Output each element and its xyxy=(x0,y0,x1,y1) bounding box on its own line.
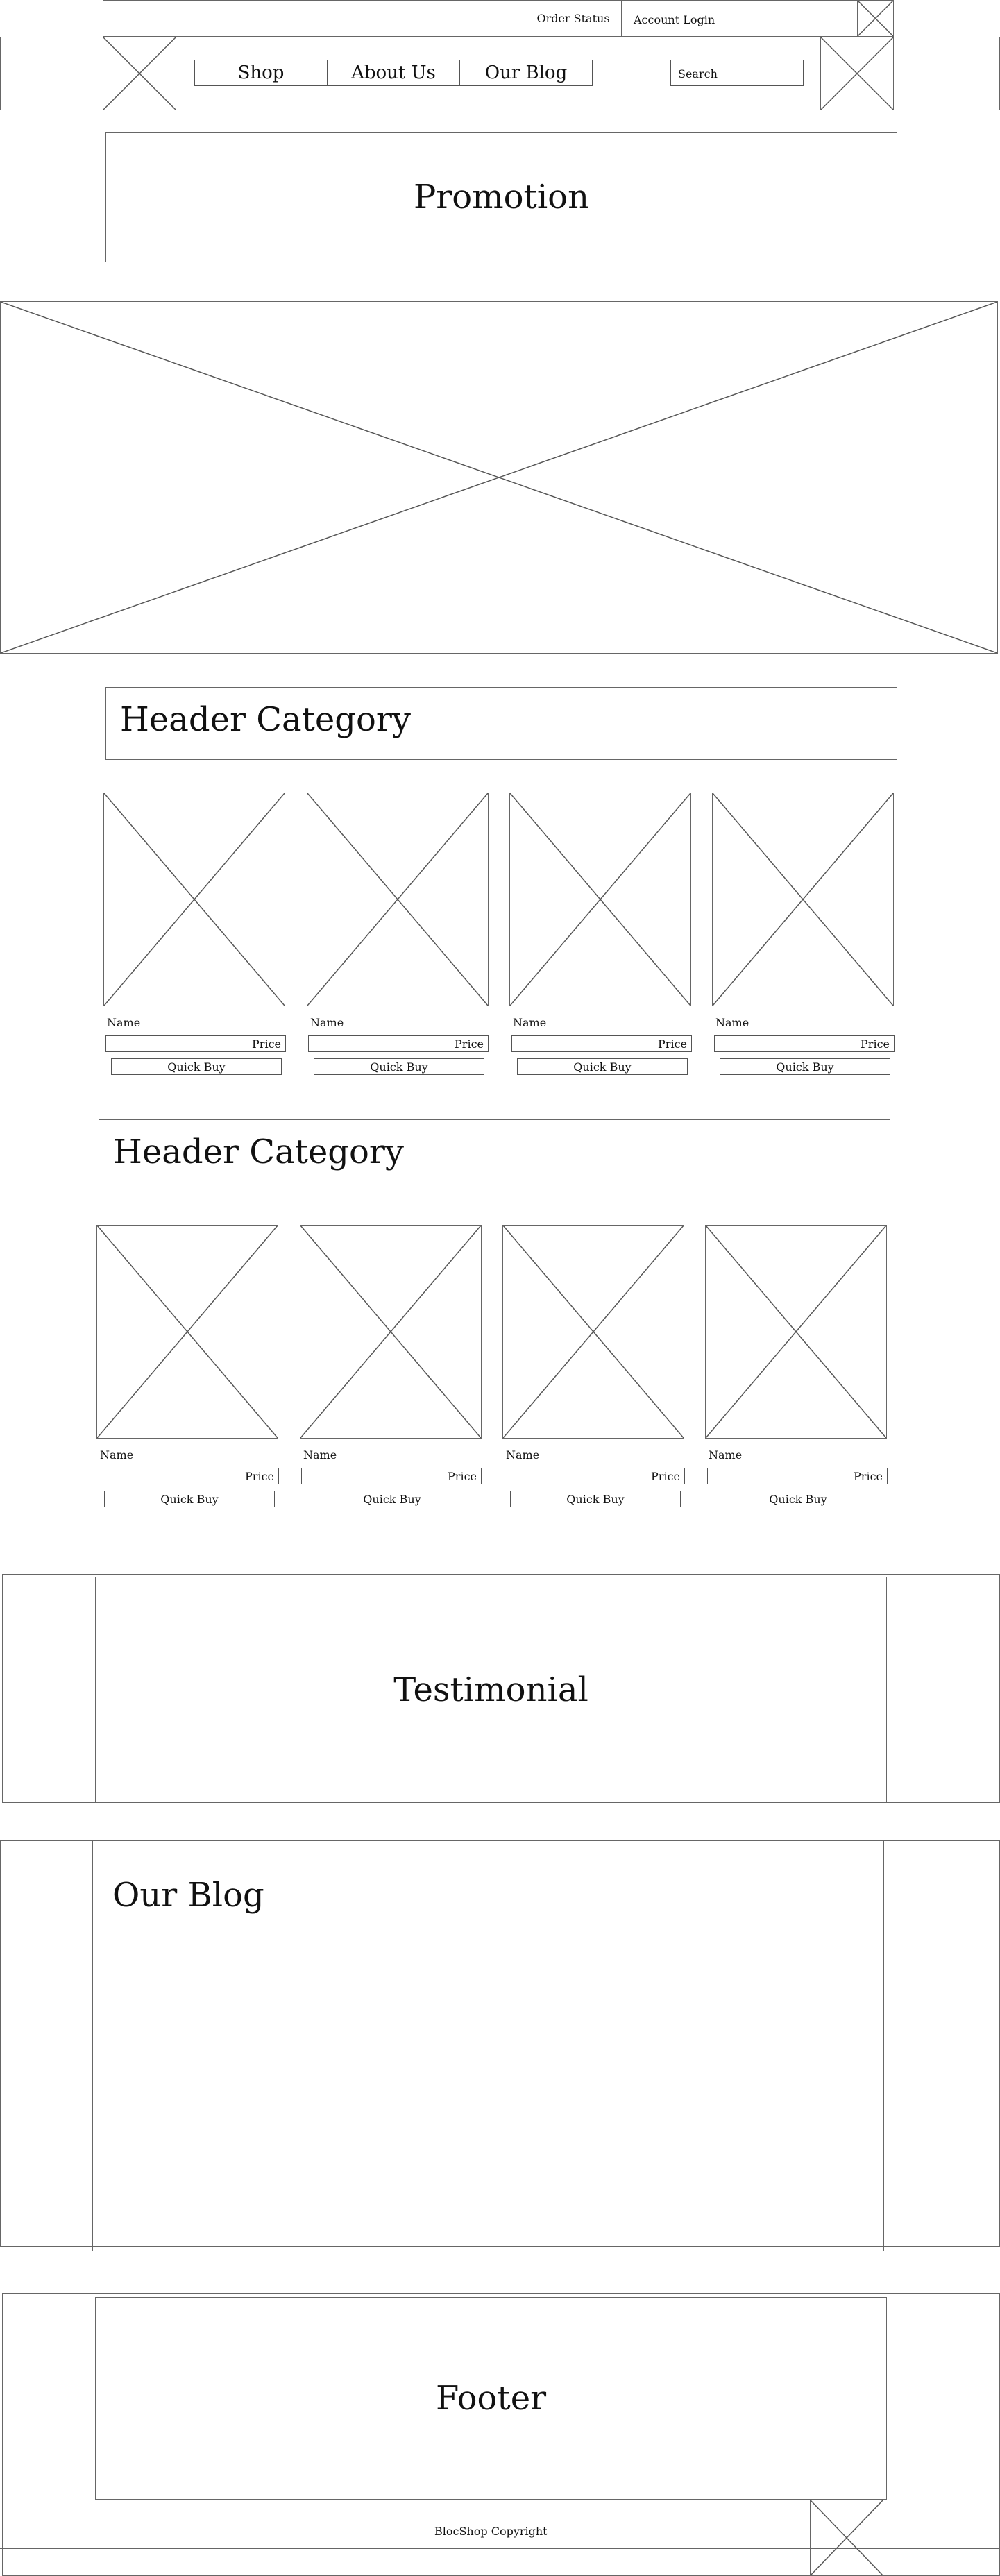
account-login-link[interactable]: Account Login xyxy=(622,0,845,37)
product-price: Price xyxy=(301,1468,482,1484)
quick-buy-button[interactable]: Quick Buy xyxy=(510,1491,681,1507)
product-price: Price xyxy=(505,1468,685,1484)
product-price: Price xyxy=(707,1468,888,1484)
quick-buy-button[interactable]: Quick Buy xyxy=(713,1491,883,1507)
cart-icon[interactable] xyxy=(857,0,894,37)
product-name: Name xyxy=(709,1448,743,1461)
quick-buy-button[interactable]: Quick Buy xyxy=(314,1058,484,1075)
product-price: Price xyxy=(511,1035,692,1052)
product-image[interactable] xyxy=(103,793,285,1006)
product-image[interactable] xyxy=(509,793,691,1006)
footer-panel: Footer xyxy=(95,2297,887,2500)
blog-title: Our Blog xyxy=(112,1876,264,1915)
quick-buy-button[interactable]: Quick Buy xyxy=(111,1058,282,1075)
product-name: Name xyxy=(107,1016,141,1029)
footer-title: Footer xyxy=(435,2379,547,2418)
product-price: Price xyxy=(308,1035,489,1052)
quick-buy-button[interactable]: Quick Buy xyxy=(307,1491,477,1507)
footer-logo-image xyxy=(810,2500,883,2576)
nav-about-us[interactable]: About Us xyxy=(327,60,460,86)
account-icon[interactable] xyxy=(820,37,894,110)
testimonial-title: Testimonial xyxy=(393,1670,588,1709)
order-status-link[interactable]: Order Status xyxy=(525,0,622,37)
product-image[interactable] xyxy=(307,793,489,1006)
category-header: Header Category xyxy=(105,687,897,760)
product-name: Name xyxy=(506,1448,540,1461)
product-name: Name xyxy=(303,1448,337,1461)
product-name: Name xyxy=(715,1016,749,1029)
quick-buy-button[interactable]: Quick Buy xyxy=(104,1491,275,1507)
product-price: Price xyxy=(105,1035,286,1052)
quick-buy-button[interactable]: Quick Buy xyxy=(517,1058,688,1075)
product-name: Name xyxy=(310,1016,344,1029)
testimonial-panel: Testimonial xyxy=(95,1577,887,1803)
product-image[interactable] xyxy=(502,1225,684,1439)
category-header: Header Category xyxy=(99,1119,890,1192)
product-image[interactable] xyxy=(96,1225,278,1439)
product-price: Price xyxy=(714,1035,895,1052)
blog-panel: Our Blog xyxy=(92,1840,884,2251)
hero-image xyxy=(0,301,998,654)
search-input[interactable]: Search xyxy=(670,60,804,86)
product-image[interactable] xyxy=(300,1225,482,1439)
footer-bottom-bar xyxy=(90,2500,883,2576)
nav-our-blog[interactable]: Our Blog xyxy=(459,60,593,86)
product-image[interactable] xyxy=(712,793,894,1006)
product-price: Price xyxy=(99,1468,279,1484)
product-image[interactable] xyxy=(705,1225,887,1439)
logo-image[interactable] xyxy=(103,37,176,110)
nav-shop[interactable]: Shop xyxy=(194,60,328,86)
quick-buy-button[interactable]: Quick Buy xyxy=(720,1058,890,1075)
promotion-banner[interactable]: Promotion xyxy=(105,132,897,262)
promotion-title: Promotion xyxy=(413,178,589,217)
product-name: Name xyxy=(513,1016,547,1029)
product-name: Name xyxy=(100,1448,134,1461)
copyright-text: BlocShop Copyright xyxy=(434,2525,548,2538)
